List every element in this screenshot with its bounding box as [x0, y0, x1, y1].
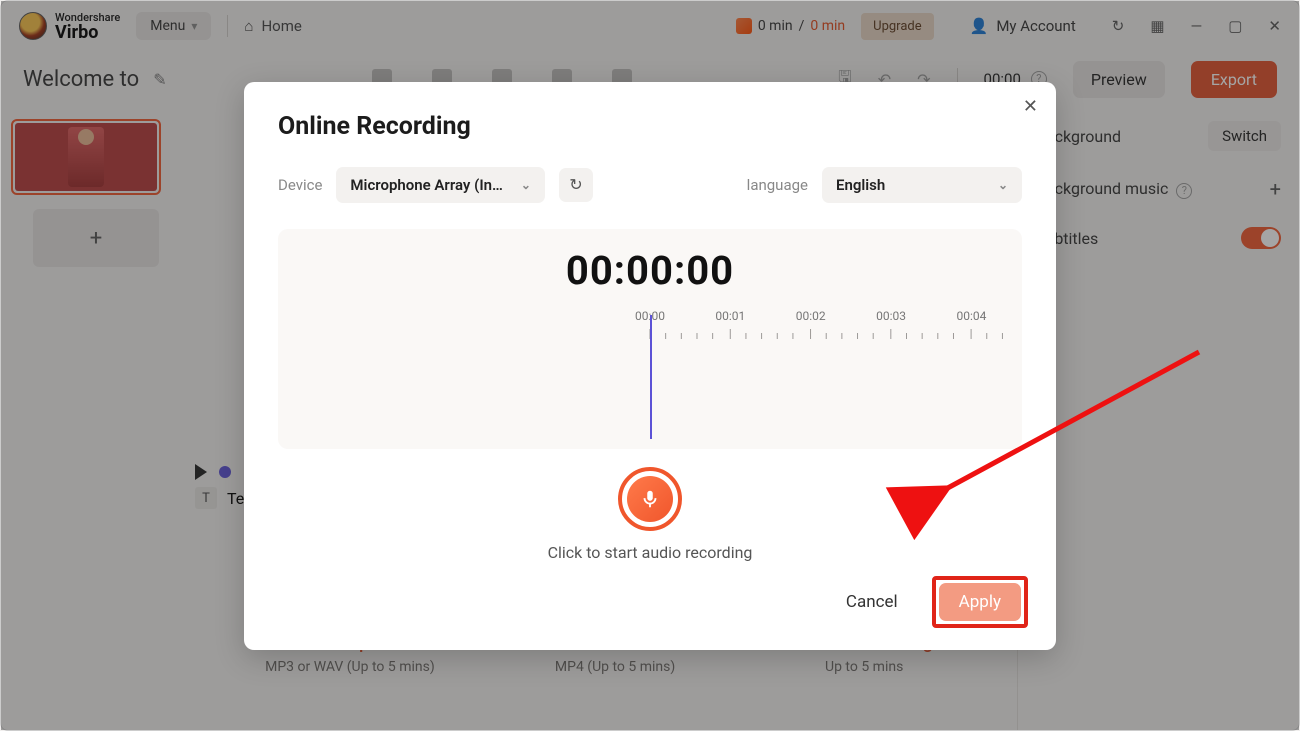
language-label: language	[747, 176, 808, 194]
apply-button[interactable]: Apply	[939, 583, 1021, 621]
apply-highlight: Apply	[932, 576, 1028, 628]
close-modal-button[interactable]: ✕	[1023, 96, 1038, 117]
online-recording-modal: ✕ Online Recording Device Microphone Arr…	[244, 82, 1056, 650]
recording-timer: 00:00:00	[278, 229, 1022, 294]
modal-title: Online Recording	[278, 112, 1022, 141]
chevron-down-icon: ⌄	[521, 178, 531, 192]
playhead[interactable]	[650, 315, 652, 439]
device-label: Device	[278, 176, 322, 194]
modal-overlay: ✕ Online Recording Device Microphone Arr…	[1, 1, 1299, 730]
microphone-icon	[639, 488, 661, 510]
refresh-devices-button[interactable]: ↻	[559, 168, 593, 202]
device-value: Microphone Array (In…	[350, 176, 502, 194]
device-select[interactable]: Microphone Array (In… ⌄	[336, 167, 545, 203]
chevron-down-icon: ⌄	[998, 178, 1008, 192]
start-recording-button[interactable]	[618, 467, 682, 531]
language-select[interactable]: English ⌄	[822, 167, 1022, 203]
language-value: English	[836, 176, 885, 194]
recording-hint: Click to start audio recording	[278, 543, 1022, 562]
waveform-area: 00:00:00 00:00 00:01 00:02 00:03 00:04	[278, 229, 1022, 449]
cancel-button[interactable]: Cancel	[826, 582, 918, 622]
